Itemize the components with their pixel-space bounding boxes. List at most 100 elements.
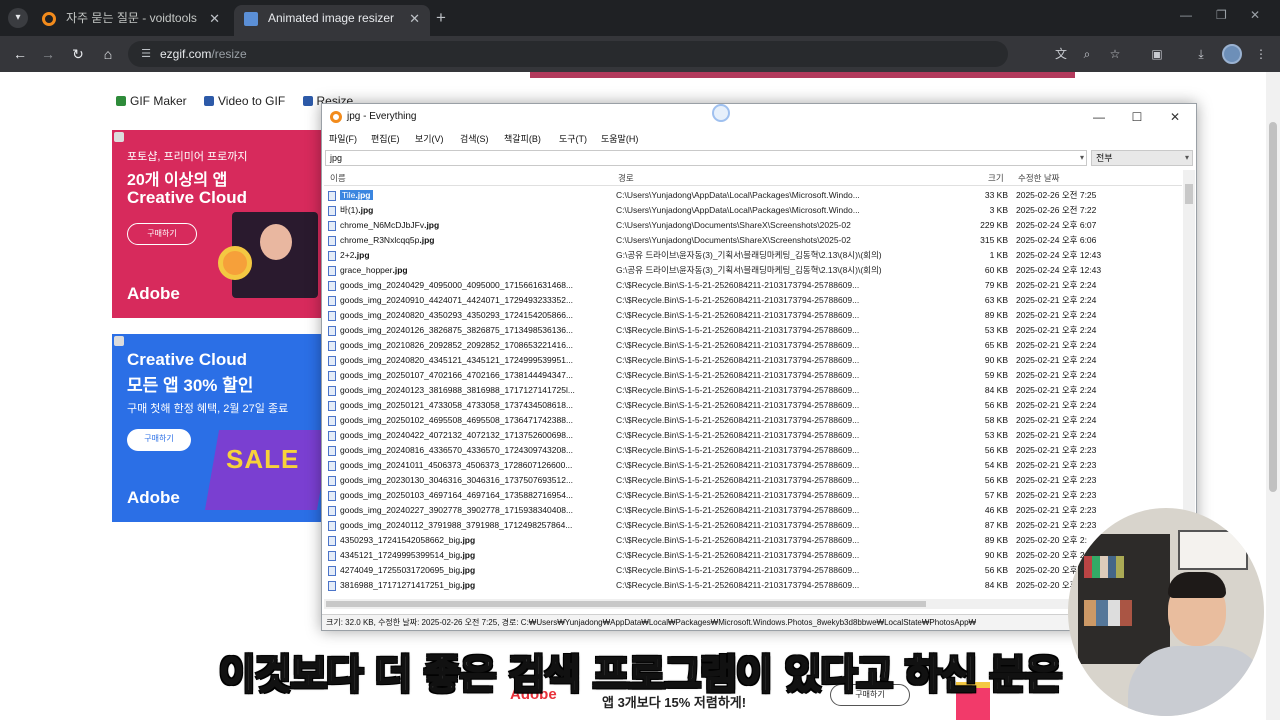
result-size: 89 KB: [984, 535, 1008, 545]
file-image-icon: [328, 566, 336, 576]
result-row[interactable]: 2+2.jpg G:\공유 드라이브\윤자동(3)_기획서\블래딩마케팅_김동혁\…: [324, 248, 1182, 263]
column-date[interactable]: 수정한 날짜: [1018, 170, 1059, 186]
adobe-ad-2[interactable]: Creative Cloud 모든 앱 30% 할인 구매 첫해 한정 혜택, …: [112, 334, 324, 522]
menu-kebab-icon[interactable]: ⋮: [1252, 45, 1270, 63]
forward-icon[interactable]: →: [38, 44, 58, 64]
result-row[interactable]: goods_img_20240123_3816988_3816988_17171…: [324, 383, 1182, 398]
result-name: goods_img_20240820_4345121_4345121_17249…: [340, 355, 574, 365]
close-tab-icon[interactable]: ✕: [409, 5, 420, 32]
maximize-icon[interactable]: ❐: [1216, 8, 1227, 22]
result-name: goods_img_20250103_4697164_4697164_17358…: [340, 490, 574, 500]
site-info-icon[interactable]: ☰: [138, 46, 154, 62]
result-row[interactable]: goods_img_20240422_4072132_4072132_17137…: [324, 428, 1182, 443]
reload-icon[interactable]: ↻: [68, 44, 88, 64]
menu-search[interactable]: 검색(S): [460, 130, 489, 148]
menu-view[interactable]: 보기(V): [415, 130, 444, 148]
result-date: 2025-02-21 오후 2:23: [1016, 445, 1097, 455]
result-row[interactable]: goods_img_20240227_3902778_3902778_17159…: [324, 503, 1182, 518]
chevron-down-icon[interactable]: ▾: [1080, 151, 1084, 165]
ad-choices-icon[interactable]: [114, 132, 124, 142]
results-horizontal-scrollbar[interactable]: [324, 599, 1182, 609]
close-window-icon[interactable]: ✕: [1250, 8, 1260, 22]
result-date: 2025-02-21 오후 2:24: [1016, 430, 1097, 440]
result-row[interactable]: goods_img_20210826_2092852_2092852_17086…: [324, 338, 1182, 353]
tab-voidtools[interactable]: 자주 묻는 질문 - voidtools ✕: [32, 5, 230, 36]
result-row[interactable]: goods_img_20240429_4095000_4095000_17156…: [324, 278, 1182, 293]
home-icon[interactable]: ⌂: [98, 44, 118, 64]
result-row[interactable]: goods_img_20250103_4697164_4697164_17358…: [324, 488, 1182, 503]
minimize-icon[interactable]: —: [1080, 104, 1118, 130]
nav-video-to-gif[interactable]: Video to GIF: [204, 94, 285, 108]
tab-ezgif[interactable]: Animated image resizer ✕: [234, 5, 430, 36]
result-row[interactable]: goods_img_20240820_4350293_4350293_17241…: [324, 308, 1182, 323]
ad-line: 모든 앱 30% 할인: [127, 376, 254, 395]
result-row[interactable]: goods_img_20240126_3826875_3826875_17134…: [324, 323, 1182, 338]
result-row[interactable]: goods_img_20241011_4506373_4506373_17286…: [324, 458, 1182, 473]
ad-choices-icon[interactable]: [114, 336, 124, 346]
back-icon[interactable]: ←: [10, 44, 30, 64]
result-row[interactable]: Tile.jpg C:\Users\Yunjadong\AppData\Local…: [324, 188, 1182, 203]
result-row[interactable]: goods_img_20250107_4702166_4702166_17381…: [324, 368, 1182, 383]
download-icon[interactable]: ⤓: [1192, 45, 1210, 63]
zoom-icon[interactable]: ⌕: [1078, 45, 1096, 63]
profile-avatar[interactable]: [1222, 44, 1242, 64]
bookmark-star-icon[interactable]: ☆: [1106, 45, 1124, 63]
ezgif-favicon-icon: [244, 12, 258, 26]
close-icon[interactable]: ✕: [1156, 104, 1194, 130]
file-image-icon: [328, 461, 336, 471]
chevron-down-icon[interactable]: ▾: [1185, 151, 1189, 165]
result-row[interactable]: 3816988_17171271417251_big.jpg C:\$Recycl…: [324, 578, 1182, 593]
result-row[interactable]: goods_img_20240816_4336570_4336570_17243…: [324, 443, 1182, 458]
result-path: C:\Users\Yunjadong\Documents\ShareX\Scre…: [616, 220, 851, 230]
result-row[interactable]: goods_img_20230130_3046316_3046316_17375…: [324, 473, 1182, 488]
result-row[interactable]: 4345121_17249995399514_big.jpg C:\$Recycl…: [324, 548, 1182, 563]
result-path: G:\공유 드라이브\윤자동(3)_기획서\블래딩마케팅_김동혁\2.13\(8…: [616, 265, 882, 275]
search-input[interactable]: jpg ▾: [325, 150, 1087, 166]
result-date: 2025-02-21 오후 2:24: [1016, 385, 1097, 395]
ad-buy-button[interactable]: 구매하기: [127, 223, 197, 245]
result-name: goods_img_20240126_3826875_3826875_17134…: [340, 325, 574, 335]
menu-help[interactable]: 도움말(H): [601, 130, 638, 148]
column-size[interactable]: 크기: [988, 170, 1004, 186]
result-row[interactable]: grace_hopper.jpg G:\공유 드라이브\윤자동(3)_기획서\블래…: [324, 263, 1182, 278]
menu-file[interactable]: 파일(F): [329, 130, 357, 148]
status-text: 크기: 32.0 KB, 수정한 날짜: 2025-02-26 오전 7:25,…: [326, 618, 977, 627]
menu-tools[interactable]: 도구(T): [559, 130, 587, 148]
close-tab-icon[interactable]: ✕: [209, 5, 220, 32]
tab-search-icon[interactable]: ▾: [8, 8, 28, 28]
column-name[interactable]: 이름: [330, 170, 346, 186]
nav-gif-maker[interactable]: GIF Maker: [116, 94, 187, 108]
result-row[interactable]: goods_img_20240910_4424071_4424071_17294…: [324, 293, 1182, 308]
new-tab-icon[interactable]: +: [436, 8, 446, 28]
result-row[interactable]: goods_img_20240112_3791988_3791988_17124…: [324, 518, 1182, 533]
address-bar[interactable]: ☰ ezgif.com/resize: [128, 41, 1008, 67]
status-bar: 크기: 32.0 KB, 수정한 날짜: 2025-02-26 오전 7:25,…: [322, 614, 1196, 630]
ad-buy-button[interactable]: 구매하기: [127, 429, 191, 451]
page-scrollbar[interactable]: [1266, 72, 1280, 720]
maximize-icon[interactable]: ☐: [1118, 104, 1156, 130]
file-image-icon: [328, 206, 336, 216]
column-path[interactable]: 경로: [618, 170, 634, 186]
result-path: C:\$Recycle.Bin\S-1-5-21-2526084211-2103…: [616, 445, 860, 455]
result-row[interactable]: 4350293_17241542058662_big.jpg C:\$Recycl…: [324, 533, 1182, 548]
file-image-icon: [328, 416, 336, 426]
adobe-ad-1[interactable]: 포토샵, 프리미어 프로까지 20개 이상의 앱 Creative Cloud …: [112, 130, 324, 318]
file-image-icon: [328, 431, 336, 441]
menu-edit[interactable]: 편집(E): [371, 130, 400, 148]
result-path: C:\$Recycle.Bin\S-1-5-21-2526084211-2103…: [616, 370, 860, 380]
translate-icon[interactable]: 文: [1052, 45, 1070, 63]
menu-bookmarks[interactable]: 책갈피(B): [504, 130, 541, 148]
result-row[interactable]: chrome_R3Nxlcqq5p.jpg C:\Users\Yunjadong\…: [324, 233, 1182, 248]
result-row[interactable]: goods_img_20240820_4345121_4345121_17249…: [324, 353, 1182, 368]
result-row[interactable]: 바(1).jpg C:\Users\Yunjadong\AppData\Local…: [324, 203, 1182, 218]
result-size: 54 KB: [984, 460, 1008, 470]
result-row[interactable]: goods_img_20250102_4695508_4695508_17364…: [324, 413, 1182, 428]
result-row[interactable]: goods_img_20250121_4733058_4733058_17374…: [324, 398, 1182, 413]
minimize-icon[interactable]: —: [1180, 8, 1192, 22]
filter-select[interactable]: 전부 ▾: [1091, 150, 1193, 166]
file-image-icon: [328, 446, 336, 456]
extensions-icon[interactable]: ▣: [1148, 45, 1166, 63]
result-row[interactable]: 4274049_17255031720695_big.jpg C:\$Recycl…: [324, 563, 1182, 578]
result-row[interactable]: chrome_N6McDJbJFv.jpg C:\Users\Yunjadong\…: [324, 218, 1182, 233]
everything-titlebar[interactable]: jpg - Everything — ☐ ✕: [322, 104, 1196, 130]
